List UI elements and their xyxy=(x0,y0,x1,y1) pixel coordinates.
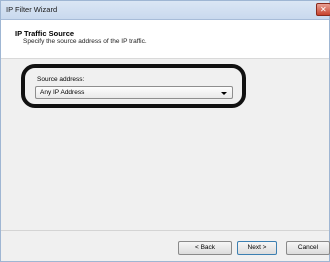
chevron-down-icon[interactable] xyxy=(221,92,227,95)
source-address-label: Source address: xyxy=(37,76,85,83)
next-button[interactable]: Next > xyxy=(237,241,277,255)
page-title: IP Traffic Source xyxy=(15,29,75,38)
window-title: IP Filter Wizard xyxy=(6,5,58,14)
back-button[interactable]: < Back xyxy=(178,241,232,255)
wizard-window: IP Filter Wizard ✕ IP Traffic Source Spe… xyxy=(0,0,330,262)
title-bar[interactable]: IP Filter Wizard ✕ xyxy=(1,1,330,20)
cancel-button[interactable]: Cancel xyxy=(286,241,330,255)
footer-divider xyxy=(1,230,329,231)
wizard-header: IP Traffic Source Specify the source add… xyxy=(1,20,329,59)
source-address-select[interactable]: Any IP Address xyxy=(35,86,233,99)
close-button[interactable]: ✕ xyxy=(316,3,330,16)
page-subtitle: Specify the source address of the IP tra… xyxy=(23,38,147,45)
source-address-value: Any IP Address xyxy=(40,89,85,96)
wizard-content xyxy=(1,59,329,230)
close-icon: ✕ xyxy=(320,5,327,14)
